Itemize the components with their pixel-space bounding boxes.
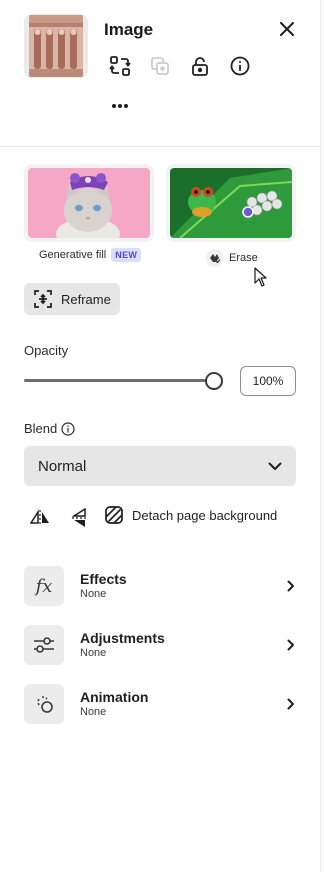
- erase-preview: [170, 168, 292, 238]
- replace-icon: [109, 56, 131, 76]
- detach-background-icon: [105, 506, 123, 524]
- opacity-label: Opacity: [24, 343, 69, 358]
- more-icon: [112, 104, 128, 108]
- effects-title: Effects: [80, 571, 127, 587]
- chevron-right-icon: [284, 697, 298, 711]
- flip-vertical-icon: [71, 508, 88, 527]
- generative-fill-label: Generative fill: [39, 249, 107, 261]
- generative-fill-preview: [28, 168, 150, 238]
- chevron-right-icon: [284, 638, 298, 652]
- adjustments-title: Adjustments: [80, 630, 165, 646]
- detach-page-background-label: Detach page background: [132, 507, 278, 523]
- animation-icon: [24, 684, 64, 724]
- flip-horizontal-button[interactable]: [27, 505, 53, 531]
- chevron-right-icon: [284, 579, 298, 593]
- duplicate-button[interactable]: [148, 54, 172, 78]
- erase-label-row: Erase: [206, 249, 258, 267]
- animation-subtitle: None: [80, 706, 107, 718]
- animation-title: Animation: [80, 689, 149, 705]
- reframe-button[interactable]: Reframe: [24, 283, 120, 315]
- info-icon[interactable]: [61, 421, 75, 436]
- blend-label: Blend: [24, 421, 58, 436]
- caryatids-image: [29, 15, 83, 77]
- animation-row[interactable]: Animation None: [24, 684, 298, 724]
- adjustments-subtitle: None: [80, 647, 107, 659]
- fx-icon: fx: [24, 566, 64, 606]
- new-badge: NEW: [111, 248, 142, 262]
- duplicate-icon: [151, 57, 169, 75]
- header-divider: [0, 146, 320, 147]
- chevron-down-icon: [268, 462, 282, 470]
- lock-button[interactable]: [188, 54, 212, 78]
- unlock-icon: [192, 57, 208, 76]
- reframe-icon: [34, 290, 52, 308]
- erase-icon: [206, 249, 224, 267]
- scrollbar-track[interactable]: [320, 0, 324, 872]
- blend-label-row: Blend: [24, 421, 75, 436]
- opacity-slider-track[interactable]: [24, 379, 214, 382]
- mouse-cursor-icon: [254, 267, 268, 292]
- blend-mode-dropdown[interactable]: Normal: [24, 446, 296, 486]
- detach-page-background-button[interactable]: Detach page background: [104, 505, 277, 525]
- erase-label: Erase: [229, 252, 258, 264]
- opacity-value-field[interactable]: 100%: [240, 366, 296, 396]
- info-icon: [230, 56, 250, 76]
- sliders-icon: [24, 625, 64, 665]
- opacity-slider-handle[interactable]: [205, 372, 223, 390]
- replace-button[interactable]: [108, 54, 132, 78]
- info-button[interactable]: [228, 54, 252, 78]
- generative-fill-card[interactable]: [24, 164, 154, 242]
- effects-row[interactable]: fx Effects None: [24, 566, 298, 606]
- adjustments-row[interactable]: Adjustments None: [24, 625, 298, 665]
- reframe-label: Reframe: [61, 291, 111, 307]
- effects-subtitle: None: [80, 588, 107, 600]
- erase-card[interactable]: [166, 164, 296, 242]
- image-thumbnail: [24, 14, 88, 78]
- flip-vertical-button[interactable]: [67, 505, 93, 531]
- close-icon: [280, 22, 294, 36]
- close-button[interactable]: [276, 18, 298, 40]
- generative-fill-label-row: Generative fill NEW: [39, 248, 142, 262]
- panel-title: Image: [104, 20, 154, 39]
- flip-horizontal-icon: [30, 509, 49, 526]
- blend-mode-value: Normal: [38, 457, 87, 475]
- more-options-button[interactable]: [108, 94, 132, 118]
